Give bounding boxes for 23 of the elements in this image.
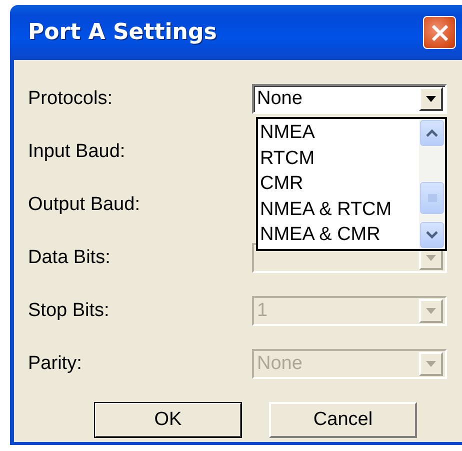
window-title: Port A Settings bbox=[28, 20, 218, 45]
list-option[interactable]: NMEA & RTCM bbox=[260, 196, 419, 222]
scroll-up-icon[interactable] bbox=[420, 120, 444, 146]
field-label: Stop Bits: bbox=[28, 299, 110, 323]
dropdown-field[interactable]: None bbox=[252, 84, 447, 114]
list-option[interactable]: NMEA bbox=[260, 120, 419, 146]
dialog-button[interactable]: OK bbox=[94, 402, 242, 438]
field-label: Input Baud: bbox=[28, 140, 126, 164]
dialog-button[interactable]: Cancel bbox=[269, 402, 417, 438]
list-option[interactable]: CMR bbox=[260, 171, 419, 196]
scroll-down-icon[interactable] bbox=[420, 222, 444, 248]
scroll-thumb[interactable] bbox=[420, 182, 444, 214]
field-label: Output Baud: bbox=[28, 193, 141, 217]
field-label: Protocols: bbox=[28, 87, 114, 111]
close-icon[interactable] bbox=[423, 16, 456, 49]
list-option[interactable]: NMEA & CMR bbox=[260, 222, 419, 248]
field-label: Parity: bbox=[28, 352, 83, 376]
dropdown-value: None bbox=[257, 353, 304, 375]
list-option[interactable]: RTCM bbox=[260, 146, 419, 171]
dropdown-value: 1 bbox=[257, 300, 269, 322]
field-label: Data Bits: bbox=[28, 246, 112, 270]
scrollbar[interactable] bbox=[419, 119, 445, 249]
dropdown-value: None bbox=[257, 88, 304, 110]
